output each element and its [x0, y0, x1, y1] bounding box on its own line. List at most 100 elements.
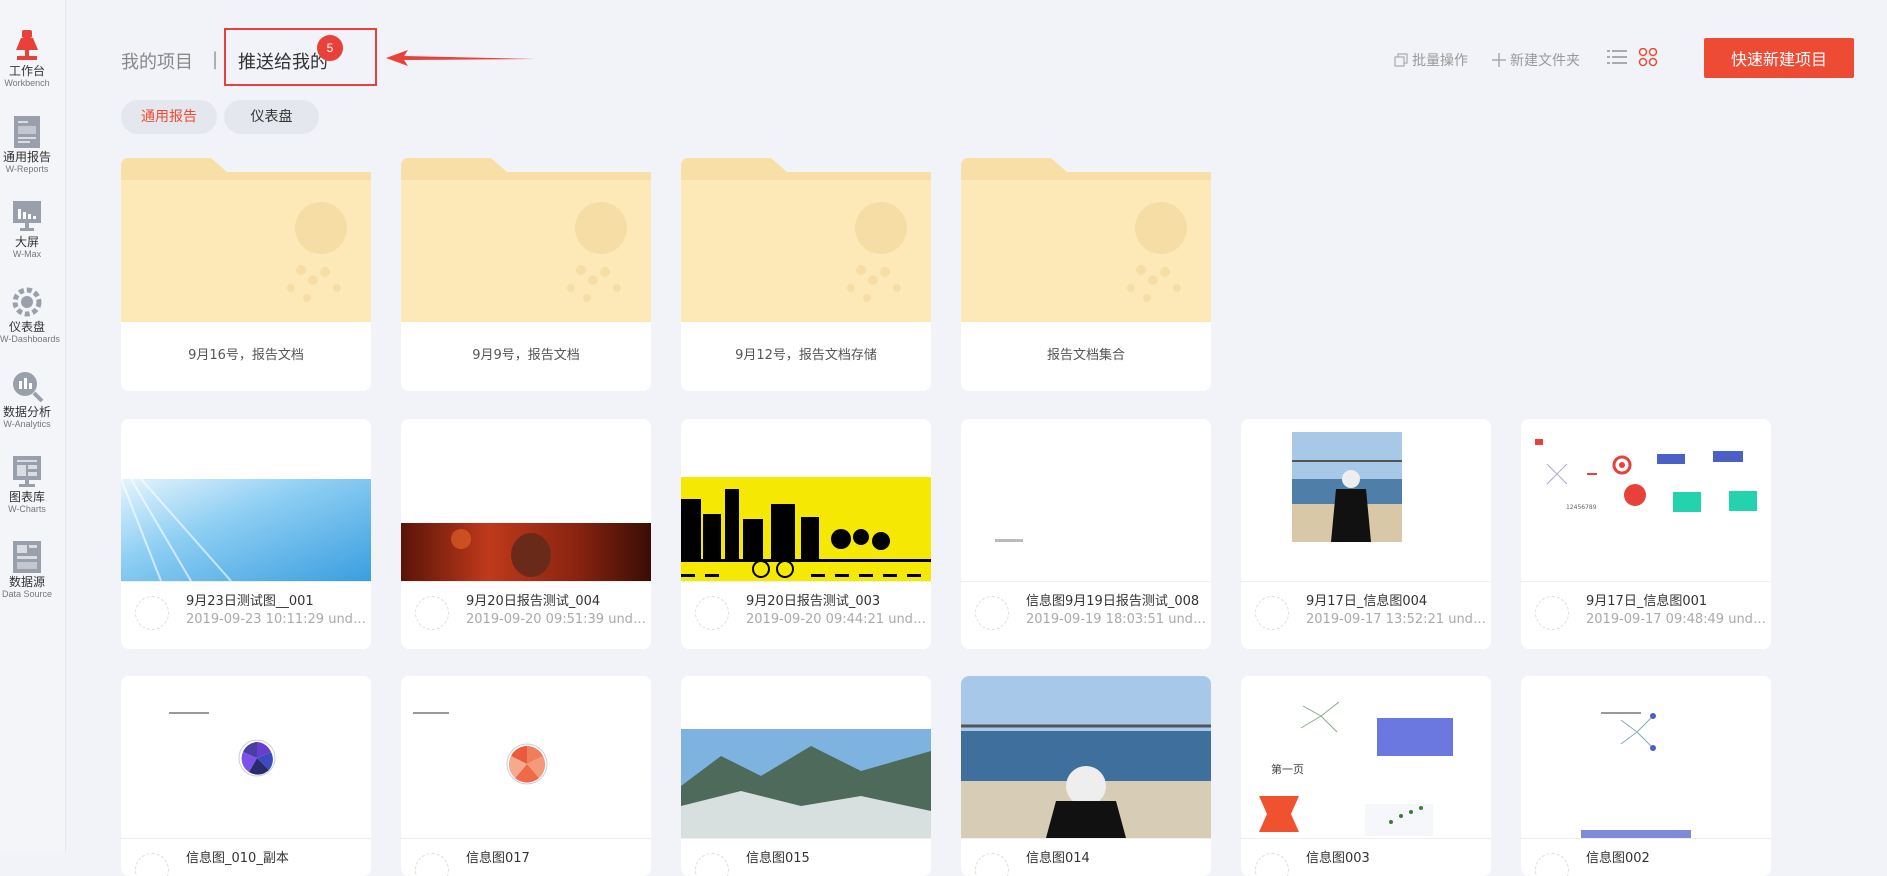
avatar — [1535, 596, 1569, 630]
thumbnail-number-text: 12456789 — [1566, 504, 1597, 511]
sidebar-item-analytics[interactable]: 数据分析 W-Analytics — [0, 369, 54, 430]
project-thumbnail — [121, 676, 371, 838]
project-info: 9月17日_信息图001 2019-09-17 09:48:49 undefin… — [1521, 581, 1771, 649]
project-info: 9月23日测试图__001 2019-09-23 10:11:29 undefi… — [121, 581, 371, 649]
sidebar-item-label: 仪表盘 — [8, 320, 45, 334]
gear-dashboard-icon — [12, 287, 42, 317]
batch-operation-label: 批量操作 — [1412, 53, 1468, 69]
list-view-icon[interactable] — [1607, 48, 1627, 66]
project-thumbnail — [961, 419, 1211, 581]
project-thumbnail — [401, 419, 651, 581]
batch-operation-button[interactable]: 批量操作 — [1394, 50, 1468, 70]
infographic-thumbnail — [1581, 712, 1691, 838]
folder-icon — [681, 158, 931, 322]
project-meta: 2019-09-23 10:11:29 undefined — [186, 612, 366, 627]
project-thumbnail — [681, 419, 931, 581]
project-info: 信息图003 — [1241, 838, 1491, 876]
project-info: 9月17日_信息图004 2019-09-17 13:52:21 undefin… — [1241, 581, 1491, 649]
sidebar-item-reports[interactable]: 通用报告 W-Reports — [0, 114, 54, 175]
avatar — [975, 596, 1009, 630]
annotation-arrow-icon — [386, 50, 536, 66]
folder-card[interactable]: 9月16号，报告文档 — [121, 158, 371, 391]
sidebar-item-label: 通用报告 — [2, 150, 51, 164]
sidebar-item-data-source[interactable]: 数据源 Data Source — [0, 539, 54, 600]
sidebar-item-workbench[interactable]: 工作台 Workbench — [0, 28, 54, 89]
grid-view-icon[interactable] — [1638, 48, 1658, 66]
sidebar-item-sublabel: W-Max — [12, 249, 42, 259]
project-title: 信息图_010_副本 — [186, 851, 289, 866]
folder-name: 报告文档集合 — [961, 322, 1211, 391]
batch-copy-icon — [1394, 53, 1408, 67]
city-illustration-thumbnail — [681, 477, 931, 581]
folder-card[interactable]: 9月9号，报告文档 — [401, 158, 651, 391]
project-meta: 2019-09-17 09:48:49 undefined — [1586, 612, 1766, 627]
sidebar: 工作台 Workbench 通用报告 W-Reports 大屏 W-Max 仪表… — [0, 0, 66, 852]
thumbnail-page-label: 第一页 — [1271, 763, 1304, 776]
sidebar-item-charts[interactable]: 图表库 W-Charts — [0, 454, 54, 515]
project-info: 信息图014 — [961, 838, 1211, 876]
avatar — [975, 853, 1009, 876]
project-card[interactable]: 第一页 信息图003 — [1241, 676, 1491, 876]
sidebar-item-sublabel: Data Source — [1, 589, 53, 599]
folder-icon — [961, 158, 1211, 322]
avatar — [695, 596, 729, 630]
project-card[interactable]: 信息图014 — [961, 676, 1211, 876]
sidebar-item-sublabel: W-Charts — [8, 504, 46, 514]
sidebar-item-sublabel: W-Reports — [5, 164, 49, 174]
sidebar-item-sublabel: W-Analytics — [3, 419, 51, 429]
project-card[interactable]: 信息图015 — [681, 676, 931, 876]
project-info: 信息图002 — [1521, 838, 1771, 876]
project-card[interactable]: 12456789 9月17日_信息图001 2019-09-17 09:48:4… — [1521, 419, 1771, 649]
filter-general-report[interactable]: 通用报告 — [121, 100, 217, 134]
sidebar-item-label: 工作台 — [8, 64, 45, 78]
filter-dashboard[interactable]: 仪表盘 — [224, 100, 319, 134]
workbench-lamp-icon — [16, 30, 38, 60]
sidebar-item-label: 数据源 — [8, 575, 45, 589]
quick-new-project-button[interactable]: 快速新建项目 — [1704, 38, 1854, 78]
project-info: 9月20日报告测试_004 2019-09-20 09:51:39 undefi… — [401, 581, 651, 649]
sidebar-item-dashboards[interactable]: 仪表盘 W-Dashboards — [0, 284, 60, 345]
project-info: 信息图017 — [401, 838, 651, 876]
folder-card[interactable]: 报告文档集合 — [961, 158, 1211, 391]
sidebar-item-sublabel: Workbench — [4, 78, 50, 88]
rose-chart-thumbnail — [169, 712, 276, 777]
project-title: 信息图014 — [1026, 851, 1090, 866]
project-meta: 2019-09-19 18:03:51 undefined — [1026, 612, 1206, 627]
project-thumbnail — [1521, 676, 1771, 838]
sidebar-item-sublabel: W-Dashboards — [0, 334, 60, 344]
avatar — [415, 596, 449, 630]
project-info: 信息图9月19日报告测试_008 2019-09-19 18:03:51 und… — [961, 581, 1211, 649]
chart-library-icon — [13, 456, 41, 487]
project-title: 信息图003 — [1306, 851, 1370, 866]
project-card[interactable]: 9月23日测试图__001 2019-09-23 10:11:29 undefi… — [121, 419, 371, 649]
report-icon — [14, 116, 40, 148]
new-folder-button[interactable]: 新建文件夹 — [1492, 50, 1580, 70]
project-card[interactable]: 9月17日_信息图004 2019-09-17 13:52:21 undefin… — [1241, 419, 1491, 649]
project-card[interactable]: 信息图9月19日报告测试_008 2019-09-19 18:03:51 und… — [961, 419, 1211, 649]
new-folder-label: 新建文件夹 — [1510, 53, 1580, 69]
project-thumbnail — [681, 676, 931, 838]
project-card[interactable]: 信息图002 — [1521, 676, 1771, 876]
project-title: 9月17日_信息图004 — [1306, 594, 1428, 609]
avatar — [135, 596, 169, 630]
rose-chart-thumbnail — [413, 712, 548, 785]
project-card[interactable]: 9月20日报告测试_003 2019-09-20 09:44:21 undefi… — [681, 419, 931, 649]
project-thumbnail: 12456789 — [1521, 419, 1771, 581]
sidebar-item-label: 数据分析 — [2, 405, 51, 419]
project-info: 信息图015 — [681, 838, 931, 876]
project-card[interactable]: 信息图017 — [401, 676, 651, 876]
project-thumbnail — [121, 419, 371, 581]
project-card[interactable]: 9月20日报告测试_004 2019-09-20 09:51:39 undefi… — [401, 419, 651, 649]
project-meta: 2019-09-17 13:52:21 undefined — [1306, 612, 1486, 627]
sidebar-item-big-screen[interactable]: 大屏 W-Max — [0, 199, 54, 260]
folder-icon — [401, 158, 651, 322]
plus-icon — [1492, 53, 1506, 67]
folder-card[interactable]: 9月12号，报告文档存储 — [681, 158, 931, 391]
project-title: 9月20日报告测试_003 — [746, 594, 881, 609]
avatar — [1255, 596, 1289, 630]
sidebar-item-label: 图表库 — [8, 490, 45, 504]
project-card[interactable]: 信息图_010_副本 — [121, 676, 371, 876]
sky-image-thumbnail — [121, 478, 371, 581]
tab-my-projects[interactable]: 我的项目 — [121, 48, 193, 74]
project-meta: 2019-09-20 09:51:39 undefined — [466, 612, 646, 627]
